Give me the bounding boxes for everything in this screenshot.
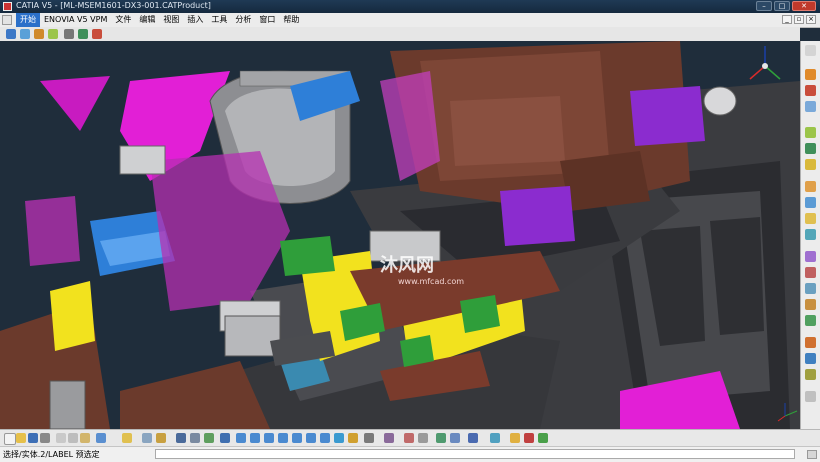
- menu-bar: 开始 ENOVIA V5 VPM 文件 编辑 视图 插入 工具 分析 窗口 帮助…: [0, 13, 820, 28]
- menu-enovia[interactable]: ENOVIA V5 VPM: [40, 13, 111, 27]
- new-file-icon[interactable]: [4, 433, 16, 445]
- explode-icon[interactable]: [805, 213, 816, 224]
- update-icon[interactable]: [805, 337, 816, 348]
- new-component-icon[interactable]: [805, 69, 816, 80]
- copy-icon[interactable]: [68, 433, 78, 443]
- doc-close-button[interactable]: ×: [806, 15, 816, 24]
- isometric-view-icon[interactable]: [334, 433, 344, 443]
- pan-icon[interactable]: [250, 433, 260, 443]
- status-bar: 选择/实体.2/LABEL 预选定: [0, 446, 820, 462]
- sectioning-icon[interactable]: [78, 29, 88, 39]
- doc-minimize-button[interactable]: _: [782, 15, 792, 24]
- assembly-model-drawing: [0, 41, 800, 429]
- toolbar-overflow-icon[interactable]: [805, 391, 816, 402]
- title-bar: CATIA V5 - [ML-MSEM1601-DX3-001.CATProdu…: [0, 0, 820, 13]
- fix-component-icon[interactable]: [805, 315, 816, 326]
- watermark-logo-text: 沐风网: [380, 255, 434, 276]
- select-arrow-icon[interactable]: [6, 29, 16, 39]
- measure-icon[interactable]: [64, 29, 74, 39]
- right-toolbar: [800, 41, 820, 429]
- fit-all-in-icon[interactable]: [236, 433, 246, 443]
- top-toolbar: [0, 27, 800, 42]
- manipulation-icon[interactable]: [805, 181, 816, 192]
- space-analysis-icon[interactable]: [805, 353, 816, 364]
- zoom-out-icon[interactable]: [292, 433, 302, 443]
- save-icon[interactable]: [28, 433, 38, 443]
- distance-band-icon[interactable]: [450, 433, 460, 443]
- contact-constraint-icon[interactable]: [805, 267, 816, 278]
- menu-analyze[interactable]: 分析: [231, 13, 255, 27]
- document-icon[interactable]: [2, 15, 12, 25]
- scene-icon[interactable]: [418, 433, 428, 443]
- replace-component-icon[interactable]: [805, 101, 816, 112]
- menu-window[interactable]: 窗口: [255, 13, 279, 27]
- bottom-toolbar: [0, 429, 820, 447]
- menu-tools[interactable]: 工具: [207, 13, 231, 27]
- window-controls: – □ ✕: [756, 1, 816, 11]
- swap-visible-space-icon[interactable]: [384, 433, 394, 443]
- measure-between-icon[interactable]: [805, 369, 816, 380]
- snap-icon[interactable]: [805, 197, 816, 208]
- status-text: 选择/实体.2/LABEL 预选定: [3, 450, 100, 459]
- catalog-icon[interactable]: [176, 433, 186, 443]
- menu-start[interactable]: 开始: [16, 13, 40, 27]
- design-table-icon[interactable]: [190, 433, 200, 443]
- menu-insert[interactable]: 插入: [183, 13, 207, 27]
- sectioning-toolbar-icon[interactable]: [204, 433, 214, 443]
- generate-numbering-icon[interactable]: [805, 143, 816, 154]
- maximize-button[interactable]: □: [774, 1, 790, 11]
- open-file-icon[interactable]: [16, 433, 26, 443]
- render-style-icon[interactable]: [510, 433, 520, 443]
- print-icon[interactable]: [40, 433, 50, 443]
- rotate-icon[interactable]: [34, 29, 44, 39]
- fly-icon[interactable]: [220, 433, 230, 443]
- bill-of-material-icon[interactable]: [538, 433, 548, 443]
- zoom-icon[interactable]: [48, 29, 58, 39]
- create-multi-view-icon[interactable]: [320, 433, 330, 443]
- menu-items: 开始 ENOVIA V5 VPM 文件 编辑 视图 插入 工具 分析 窗口 帮助: [16, 13, 303, 27]
- command-input[interactable]: [155, 449, 795, 459]
- stop-manipulate-icon[interactable]: [805, 229, 816, 240]
- angle-constraint-icon[interactable]: [805, 299, 816, 310]
- measure-item-icon[interactable]: [468, 433, 478, 443]
- close-button[interactable]: ✕: [792, 1, 816, 11]
- menu-view[interactable]: 视图: [159, 13, 183, 27]
- catia-app-icon[interactable]: [3, 2, 12, 11]
- menu-help[interactable]: 帮助: [279, 13, 303, 27]
- toolbar-handle-icon[interactable]: [805, 45, 816, 56]
- zoom-in-icon[interactable]: [278, 433, 288, 443]
- shading-icon[interactable]: [348, 433, 358, 443]
- coincidence-constraint-icon[interactable]: [805, 251, 816, 262]
- existing-component-icon[interactable]: [805, 85, 816, 96]
- paste-icon[interactable]: [80, 433, 90, 443]
- menu-edit[interactable]: 编辑: [135, 13, 159, 27]
- watermark-url: www.mfcad.com: [398, 277, 465, 286]
- rotate-view-icon[interactable]: [264, 433, 274, 443]
- minimize-button[interactable]: –: [756, 1, 772, 11]
- clash-analysis-icon[interactable]: [436, 433, 446, 443]
- catalog-browser-icon[interactable]: [524, 433, 534, 443]
- clash-icon[interactable]: [92, 29, 102, 39]
- formula-icon[interactable]: [142, 433, 152, 443]
- 3d-viewport[interactable]: 沐风网 www.mfcad.com: [0, 41, 800, 429]
- cut-icon[interactable]: [56, 433, 66, 443]
- graph-tree-reorder-icon[interactable]: [805, 127, 816, 138]
- doc-restore-button[interactable]: ▫: [794, 15, 804, 24]
- menu-file[interactable]: 文件: [111, 13, 135, 27]
- undo-icon[interactable]: [96, 433, 106, 443]
- window-title: CATIA V5 - [ML-MSEM1601-DX3-001.CATProdu…: [16, 1, 211, 10]
- offset-constraint-icon[interactable]: [805, 283, 816, 294]
- document-window-controls: _ ▫ ×: [782, 15, 816, 24]
- move-icon[interactable]: [404, 433, 414, 443]
- knowledge-icon[interactable]: [156, 433, 166, 443]
- fly-mode-icon[interactable]: [20, 29, 30, 39]
- apply-material-icon[interactable]: [490, 433, 500, 443]
- multi-instantiation-icon[interactable]: [805, 159, 816, 170]
- status-grip-icon: [807, 450, 817, 459]
- normal-view-icon[interactable]: [306, 433, 316, 443]
- whats-this-icon[interactable]: [122, 433, 132, 443]
- hide-show-icon[interactable]: [364, 433, 374, 443]
